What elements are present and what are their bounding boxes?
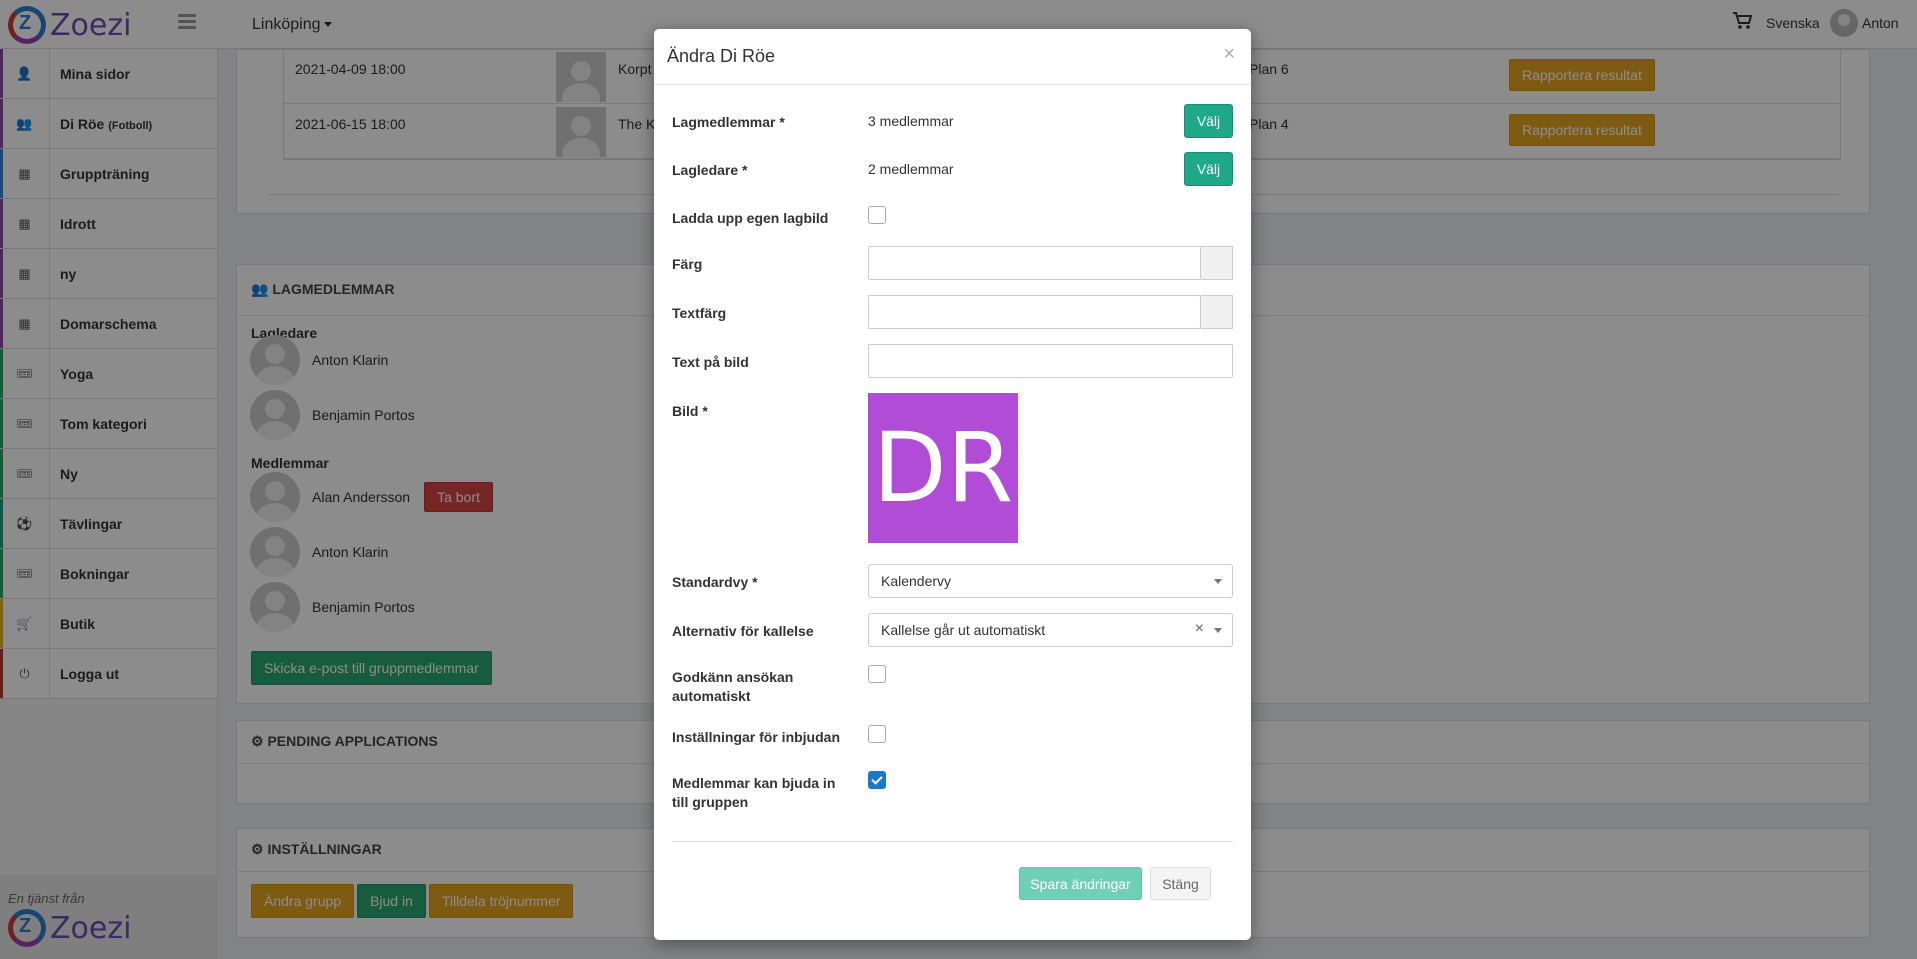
team-image[interactable]: DR xyxy=(868,393,1018,543)
notice-option-value: Kallelse går ut automatiskt xyxy=(881,622,1046,638)
default-view-label: Standardvy * xyxy=(672,574,758,590)
upload-image-label: Ladda upp egen lagbild xyxy=(672,210,829,226)
text-color-label: Textfärg xyxy=(672,305,727,321)
modal-footer-divider xyxy=(672,841,1233,842)
close-icon[interactable]: × xyxy=(1223,43,1235,66)
image-label: Bild * xyxy=(672,403,708,419)
color-label: Färg xyxy=(672,256,703,272)
notice-option-label: Alternativ för kallelse xyxy=(672,623,814,639)
invite-settings-label: Inställningar för inbjudan xyxy=(672,729,840,745)
choose-members-button[interactable]: Välj xyxy=(1184,104,1233,138)
default-view-value: Kalendervy xyxy=(881,573,952,589)
leaders-count: 2 medlemmar xyxy=(868,161,954,177)
text-color-input[interactable] xyxy=(868,295,1201,329)
leaders-label: Lagledare * xyxy=(672,162,748,178)
edit-group-modal: Ändra Di Röe × Lagmedlemmar * 3 medlemma… xyxy=(654,29,1251,940)
auto-approve-checkbox[interactable] xyxy=(868,665,886,683)
invite-settings-checkbox[interactable] xyxy=(868,725,886,743)
close-button[interactable]: Stäng xyxy=(1150,867,1211,900)
modal-header: Ändra Di Röe × xyxy=(654,29,1251,85)
members-can-invite-checkbox[interactable] xyxy=(868,771,886,789)
upload-image-checkbox[interactable] xyxy=(868,206,886,224)
text-color-swatch[interactable] xyxy=(1201,295,1233,329)
image-text-label: Text på bild xyxy=(672,354,749,370)
modal-title: Ändra Di Röe xyxy=(667,46,776,66)
members-label: Lagmedlemmar * xyxy=(672,114,785,130)
color-swatch[interactable] xyxy=(1201,246,1233,280)
choose-leaders-button[interactable]: Välj xyxy=(1184,152,1233,186)
chevron-down-icon xyxy=(1214,579,1222,584)
auto-approve-label: Godkänn ansökan automatiskt xyxy=(672,669,794,704)
color-input[interactable] xyxy=(868,246,1201,280)
save-changes-button[interactable]: Spara ändringar xyxy=(1019,867,1142,900)
clear-icon[interactable]: × xyxy=(1195,620,1204,638)
default-view-select[interactable]: Kalendervy xyxy=(868,564,1233,598)
members-can-invite-label: Medlemmar kan bjuda in till gruppen xyxy=(672,775,836,810)
members-count: 3 medlemmar xyxy=(868,113,954,129)
image-text-input[interactable] xyxy=(868,344,1233,378)
notice-option-select[interactable]: Kallelse går ut automatiskt × xyxy=(868,613,1233,647)
chevron-down-icon xyxy=(1214,628,1222,633)
